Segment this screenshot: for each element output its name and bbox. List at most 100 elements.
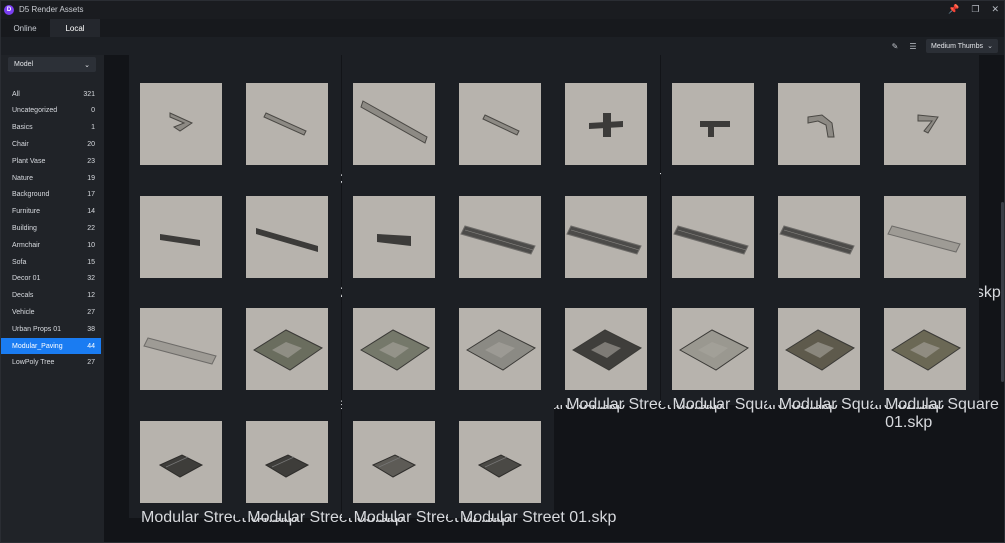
category-count: 32 (87, 275, 95, 283)
pin-icon[interactable]: 📌 (948, 4, 959, 15)
toolbar: ✎ ☰ Medium Thumbs ⌄ (0, 37, 1005, 55)
asset-tile[interactable] (660, 167, 767, 293)
chevron-down-icon: ⌄ (987, 43, 993, 50)
asset-tile[interactable] (873, 55, 980, 180)
asset-tile[interactable] (554, 55, 661, 180)
sidebar-category[interactable]: Decor 01 32 (0, 271, 101, 287)
tab-online[interactable]: Online (0, 19, 50, 37)
asset-tile[interactable] (129, 55, 235, 180)
asset-tile[interactable] (341, 167, 448, 293)
asset-thumbnail (246, 308, 329, 390)
asset-thumbnail (352, 308, 435, 390)
asset-tile[interactable] (235, 392, 342, 518)
asset-tile[interactable] (873, 167, 980, 293)
filter-settings-icon[interactable]: ☰ (907, 40, 919, 52)
sidebar-category[interactable]: Decals 12 (0, 288, 101, 304)
asset-thumbnail (246, 195, 329, 278)
asset-tile[interactable] (235, 280, 342, 405)
asset-tile[interactable] (873, 280, 980, 405)
asset-thumbnail (671, 308, 754, 390)
asset-tile[interactable] (766, 280, 873, 405)
sidebar-category[interactable]: Uncategorized 0 (0, 103, 101, 119)
category-count: 17 (87, 191, 95, 199)
category-label: All (12, 90, 20, 98)
category-count: 20 (87, 140, 95, 148)
vertical-scrollbar[interactable] (1001, 202, 1004, 382)
category-count: 38 (87, 325, 95, 333)
category-label: Modular_Paving (12, 342, 63, 350)
sidebar-category[interactable]: Nature 19 (0, 170, 101, 186)
sidebar-category[interactable]: Basics 1 (0, 120, 101, 136)
asset-tile[interactable] (235, 55, 342, 180)
asset-tile[interactable] (129, 167, 235, 293)
sidebar-category[interactable]: LowPoly Tree 27 (0, 355, 101, 371)
category-count: 1 (91, 124, 95, 132)
category-count: 15 (87, 258, 95, 266)
asset-tile[interactable] (766, 55, 873, 180)
category-label: Armchair (12, 241, 41, 249)
chevron-down-icon: ⌄ (84, 61, 90, 69)
asset-tile[interactable] (129, 280, 235, 405)
asset-tile[interactable] (660, 280, 767, 405)
asset-thumbnail (884, 195, 967, 278)
sidebar-category[interactable]: Sofa 15 (0, 254, 101, 270)
category-label: Vehicle (12, 308, 35, 316)
title-bar: D D5 Render Assets 📌 ❐ ✕ (0, 0, 1005, 19)
asset-tile[interactable] (447, 280, 554, 405)
sidebar-category[interactable]: Furniture 14 (0, 204, 101, 220)
asset-tile[interactable] (766, 167, 873, 293)
asset-tile[interactable] (660, 55, 767, 180)
sidebar-category[interactable]: Chair 20 (0, 136, 101, 152)
asset-thumbnail (565, 83, 648, 165)
asset-tile[interactable] (554, 167, 661, 293)
category-label: Urban Props 01 (12, 325, 62, 333)
category-count: 321 (83, 90, 95, 98)
asset-thumbnail (140, 195, 222, 278)
asset-thumbnail (352, 195, 435, 278)
asset-tile[interactable] (554, 280, 661, 405)
category-label: Uncategorized (12, 107, 58, 115)
sidebar-category[interactable]: Vehicle 27 (0, 304, 101, 320)
asset-name: Modular Street 01.skp (459, 508, 617, 526)
category-label: Basics (12, 124, 33, 132)
sidebar-category[interactable]: Background 17 (0, 187, 101, 203)
thumb-size-value: Medium Thumbs (931, 42, 984, 50)
asset-tile[interactable] (447, 392, 554, 518)
tab-bar: Online Local (0, 19, 1005, 37)
thumb-size-select[interactable]: Medium Thumbs ⌄ (926, 39, 998, 53)
asset-tile[interactable] (447, 167, 554, 293)
asset-tile[interactable] (341, 392, 448, 518)
sidebar-category[interactable]: Plant Vase 23 (0, 153, 101, 169)
asset-thumbnail (458, 420, 541, 503)
category-count: 19 (87, 174, 95, 182)
close-icon[interactable]: ✕ (991, 4, 999, 15)
edit-icon[interactable]: ✎ (889, 40, 901, 52)
category-count: 27 (87, 359, 95, 367)
app-logo-icon: D (4, 4, 14, 15)
tab-local[interactable]: Local (50, 19, 100, 37)
sidebar-category[interactable]: All 321 (0, 86, 101, 102)
sidebar-category[interactable]: Modular_Paving 44 (0, 338, 101, 354)
asset-type-select[interactable]: Model ⌄ (8, 57, 96, 72)
asset-thumbnail (458, 308, 541, 390)
asset-thumbnail (777, 195, 860, 278)
asset-tile[interactable] (235, 167, 342, 293)
asset-tile[interactable] (341, 55, 448, 180)
category-count: 14 (87, 208, 95, 216)
asset-grid: Short Wall_C5.skpShort Wall_C4.skpShort … (104, 55, 1005, 543)
asset-thumbnail (884, 308, 967, 390)
restore-icon[interactable]: ❐ (971, 4, 979, 15)
category-count: 12 (87, 292, 95, 300)
asset-thumbnail (777, 83, 860, 165)
asset-thumbnail (140, 308, 222, 390)
sidebar-category[interactable]: Urban Props 01 38 (0, 321, 101, 337)
asset-thumbnail (246, 420, 329, 503)
asset-tile[interactable] (129, 392, 235, 518)
sidebar-category[interactable]: Building 22 (0, 220, 101, 236)
asset-tile[interactable] (341, 280, 448, 405)
asset-tile[interactable] (447, 55, 554, 180)
sidebar-category[interactable]: Armchair 10 (0, 237, 101, 253)
category-label: Background (12, 191, 50, 199)
category-count: 27 (87, 308, 95, 316)
category-count: 0 (91, 107, 95, 115)
